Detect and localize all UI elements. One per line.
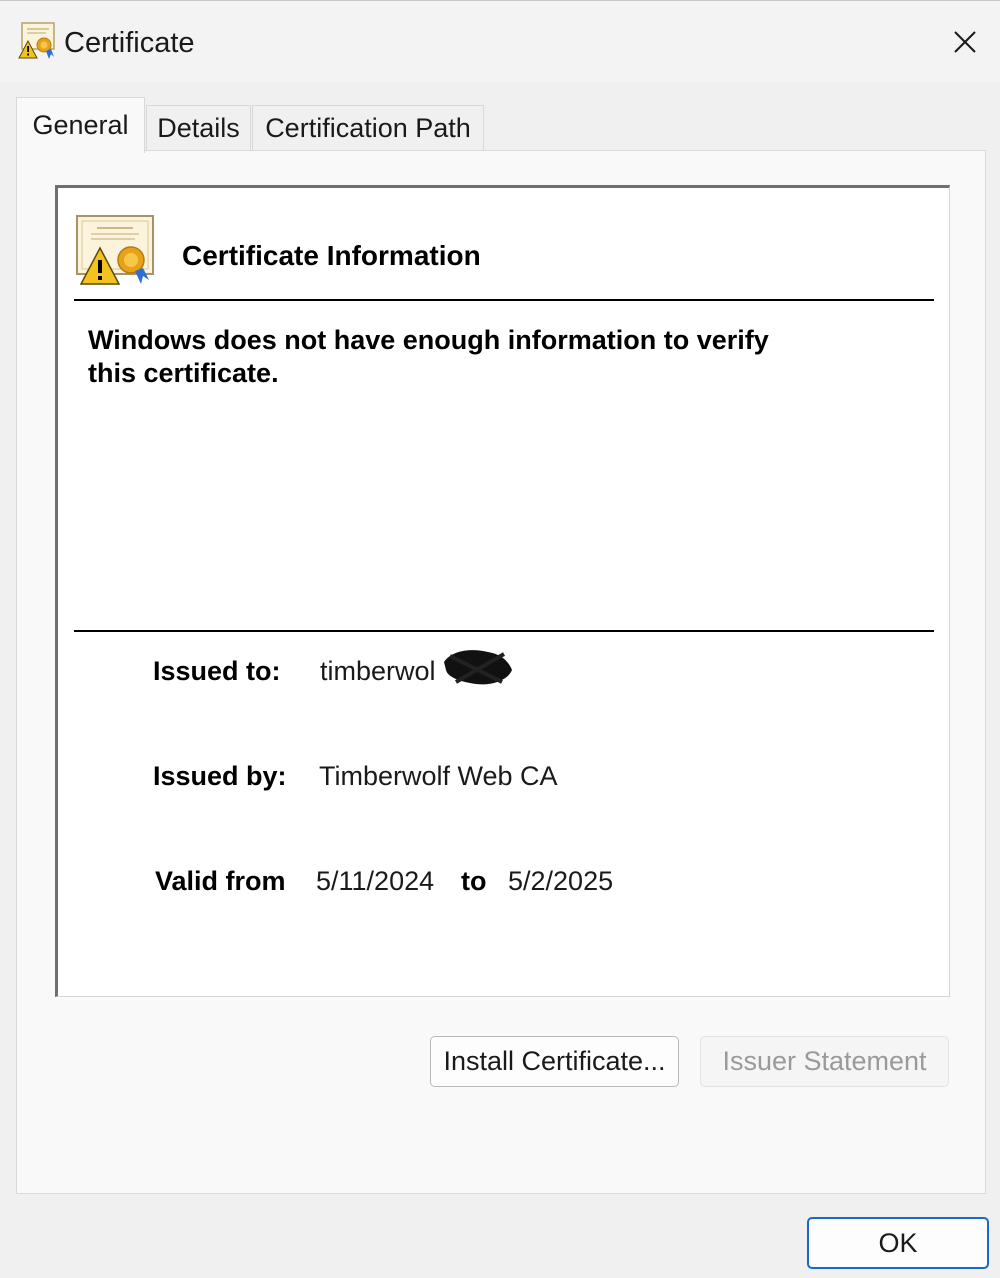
valid-from-value: 5/11/2024 <box>316 866 435 896</box>
issued-by-value: Timberwolf Web CA <box>319 761 558 791</box>
certificate-dialog: Certificate General Details Certificatio… <box>0 0 1000 1278</box>
issued-by-label: Issued by: <box>153 761 287 791</box>
tab-general[interactable]: General <box>16 97 145 153</box>
certificate-info-heading: Certificate Information <box>182 240 481 271</box>
issued-to-label: Issued to: <box>153 656 281 686</box>
install-certificate-button[interactable]: Install Certificate... <box>430 1036 679 1087</box>
title-bar: Certificate <box>0 1 1000 83</box>
valid-to-label: to <box>461 866 487 896</box>
divider <box>74 630 934 632</box>
tab-certification-path[interactable]: Certification Path <box>252 105 484 151</box>
certificate-warning-icon <box>76 215 154 285</box>
issued-to-value: timberwol <box>320 656 436 686</box>
close-button[interactable] <box>938 15 992 69</box>
certificate-warning-icon <box>18 22 55 59</box>
tab-details[interactable]: Details <box>146 105 251 151</box>
certificate-info-box: Certificate Information Windows does not… <box>55 185 950 997</box>
issuer-statement-button[interactable]: Issuer Statement <box>700 1036 949 1087</box>
divider <box>74 299 934 301</box>
verification-warning: Windows does not have enough information… <box>88 324 868 390</box>
general-tab-panel: Certificate Information Windows does not… <box>16 150 986 1194</box>
window-title: Certificate <box>64 27 195 59</box>
close-icon <box>954 31 976 53</box>
warning-line-2: this certificate. <box>88 358 279 388</box>
ok-button[interactable]: OK <box>807 1217 989 1269</box>
redaction-scribble <box>444 650 512 685</box>
valid-to-value: 5/2/2025 <box>508 866 614 896</box>
valid-from-label: Valid from <box>155 866 286 896</box>
warning-line-1: Windows does not have enough information… <box>88 325 769 355</box>
